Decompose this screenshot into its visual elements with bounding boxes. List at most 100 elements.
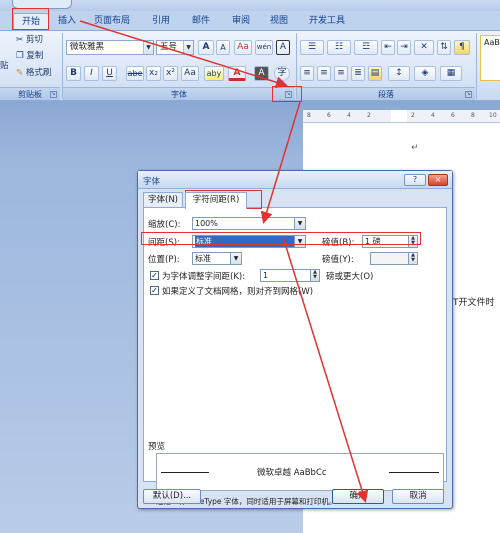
ruler-tick: 6 <box>451 112 455 119</box>
tab-references[interactable]: 引用 <box>146 13 176 30</box>
spinner-arrows-icon[interactable]: ▲ ▼ <box>310 270 319 281</box>
kerning-label: 为字体调整字间距(K): <box>162 272 246 282</box>
scale-dropdown[interactable]: 100% ▼ <box>192 217 306 230</box>
spinner-arrows-icon[interactable]: ▲ ▼ <box>408 253 417 264</box>
tab-insert[interactable]: 插入 <box>52 13 82 30</box>
close-button[interactable]: × <box>428 174 448 186</box>
cut-label: 剪切 <box>25 35 43 45</box>
character-border-button[interactable]: A <box>276 40 290 55</box>
tab-font[interactable]: 字体(N) <box>143 192 183 208</box>
justify-icon: ≣ <box>354 68 362 78</box>
font-dialog: 字体 ? × 字体(N) 字符间距(R) 缩放(C): 100% ▼ 间距(S):… <box>137 170 453 509</box>
clear-format-button[interactable]: Aa <box>234 40 252 55</box>
close-icon: × <box>434 175 442 184</box>
numbered-list-icon: ☷ <box>334 42 344 52</box>
chevron-down-icon: ▼ <box>230 253 241 264</box>
grow-font-button[interactable]: A <box>198 40 214 55</box>
tab-character-spacing[interactable]: 字符间距(R) <box>185 192 247 209</box>
justify-button[interactable]: ≣ <box>351 66 365 81</box>
line-spacing-icon: ↕ <box>395 68 403 78</box>
phonetic-guide-button[interactable]: wén <box>255 40 273 55</box>
tab-home-highlight <box>12 8 49 30</box>
change-case-button[interactable]: Aa <box>181 66 199 81</box>
snap-to-grid-label: 如果定义了文档网格，则对齐到网格(W) <box>162 287 314 297</box>
multilevel-list-button[interactable]: ☲ <box>354 40 378 55</box>
ruler-tick: 10 <box>489 112 497 119</box>
show-marks-button[interactable]: ¶ <box>454 40 470 55</box>
snap-to-grid-checkbox[interactable]: ✓ <box>150 286 159 295</box>
dialog-tab-panel: 缩放(C): 100% ▼ 间距(S): 标准 ▼ 磅值(B): 1 磅 ▲ ▼ 位置(… <box>143 207 447 506</box>
bullet-list-icon: ☰ <box>307 42 317 52</box>
format-painter-button[interactable]: ✎ 格式刷 <box>16 66 51 78</box>
ruler-tick: 6 <box>327 112 331 119</box>
borders-button[interactable]: ▦ <box>440 66 462 81</box>
tab-review[interactable]: 审阅 <box>226 13 256 30</box>
font-size-combo[interactable]: 五号 ▼ <box>156 40 194 55</box>
position-by-spinner[interactable]: ▲ ▼ <box>370 252 418 265</box>
scale-label: 缩放(C): <box>148 220 181 230</box>
ruler-tick: 8 <box>471 112 475 119</box>
font-color-button[interactable]: A <box>228 66 246 81</box>
ribbon: 贴 ✂ 剪切 ❐ 复制 ✎ 格式刷 剪贴板 ↘ 微软雅黑 ▼ 五号 ▼ A A Aa… <box>0 31 500 101</box>
font-name-value: 微软雅黑 <box>70 42 105 52</box>
ruler-indent-marker[interactable] <box>391 110 407 122</box>
tab-developer[interactable]: 开发工具 <box>304 13 350 30</box>
align-center-icon: ≡ <box>320 68 328 78</box>
position-label: 位置(P): <box>148 255 180 265</box>
cancel-button[interactable]: 取消 <box>392 489 444 504</box>
tab-view[interactable]: 视图 <box>264 13 294 30</box>
shading-button[interactable]: ◈ <box>414 66 436 81</box>
kerning-suffix: 磅或更大(O) <box>326 272 374 282</box>
spacing-row-highlight <box>141 232 421 245</box>
paragraph-mark: ↵ <box>411 143 419 153</box>
increase-indent-button[interactable]: ⇥ <box>397 40 411 55</box>
paste-button[interactable]: 贴 <box>0 59 9 71</box>
ruler-tick: 2 <box>367 112 371 119</box>
superscript-button[interactable]: x² <box>163 66 178 81</box>
ribbon-tab-bar: 开始 插入 页面布局 引用 邮件 审阅 视图 开发工具 <box>0 11 500 31</box>
numbering-button[interactable]: ☷ <box>327 40 351 55</box>
character-shading-button[interactable]: A <box>254 66 269 81</box>
copy-button[interactable]: ❐ 复制 <box>16 49 43 61</box>
sort-button[interactable]: ⇅ <box>437 40 451 55</box>
clipboard-group-text: 剪贴板 <box>18 90 42 99</box>
line-spacing-button[interactable]: ↕ <box>388 66 410 81</box>
align-right-button[interactable]: ≡ <box>334 66 348 81</box>
ok-button[interactable]: 确定 <box>332 489 384 504</box>
ruler-tick: 4 <box>431 112 435 119</box>
style-normal-swatch[interactable]: AaBb <box>480 35 500 81</box>
decrease-indent-button[interactable]: ⇤ <box>381 40 395 55</box>
highlight-button[interactable]: aby <box>204 66 224 81</box>
tab-mailings[interactable]: 邮件 <box>186 13 216 30</box>
strikethrough-button[interactable]: abe <box>126 66 144 81</box>
clipboard-dialog-launcher[interactable]: ↘ <box>50 91 57 98</box>
italic-button[interactable]: I <box>84 66 99 81</box>
sort-icon: ⇅ <box>440 42 448 52</box>
default-button[interactable]: 默认(D)... <box>143 489 201 504</box>
chinese-layout-button[interactable]: ✕ <box>414 40 434 55</box>
cut-button[interactable]: ✂ 剪切 <box>16 33 43 45</box>
align-left-button[interactable]: ≡ <box>300 66 314 81</box>
subscript-button[interactable]: x₂ <box>146 66 161 81</box>
enclose-characters-button[interactable]: 字 <box>274 66 290 81</box>
help-button[interactable]: ? <box>404 174 426 186</box>
font-name-combo[interactable]: 微软雅黑 ▼ <box>66 40 154 55</box>
copy-label: 复制 <box>26 51 44 61</box>
kerning-checkbox[interactable]: ✓ <box>150 271 159 280</box>
shrink-font-button[interactable]: A <box>216 40 230 55</box>
align-left-icon: ≡ <box>303 68 311 78</box>
tab-page-layout[interactable]: 页面布局 <box>86 13 138 30</box>
position-value: 标准 <box>195 254 211 263</box>
paragraph-dialog-launcher[interactable]: ↘ <box>465 91 472 98</box>
align-center-button[interactable]: ≡ <box>317 66 331 81</box>
bold-button[interactable]: B <box>66 66 81 81</box>
position-dropdown[interactable]: 标准 ▼ <box>192 252 242 265</box>
underline-button[interactable]: U <box>102 66 117 81</box>
launcher-highlight <box>272 86 302 102</box>
dialog-title-bar: 字体 ? × <box>138 171 452 189</box>
align-right-icon: ≡ <box>337 68 345 78</box>
preview-title: 预览 <box>148 442 166 452</box>
bullets-button[interactable]: ☰ <box>300 40 324 55</box>
distribute-button[interactable]: ▤ <box>368 66 382 81</box>
kerning-spinner[interactable]: 1 ▲ ▼ <box>260 269 320 282</box>
